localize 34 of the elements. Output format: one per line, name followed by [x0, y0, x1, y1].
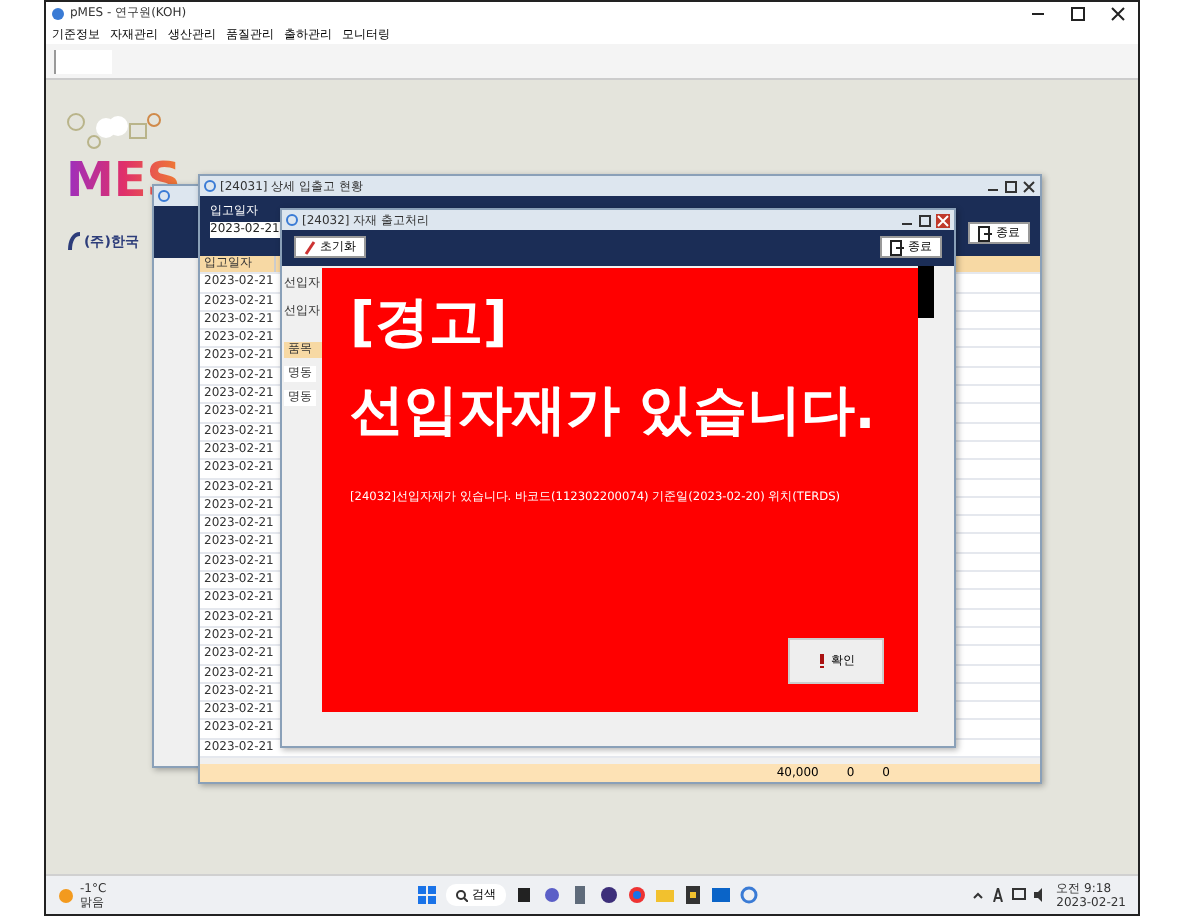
maximize-icon[interactable] [918, 213, 932, 227]
company-logo-icon [66, 232, 82, 252]
close-icon [936, 213, 950, 227]
search-icon [456, 889, 468, 901]
toolbar-field[interactable] [54, 49, 112, 73]
maximize-icon[interactable] [1070, 5, 1086, 21]
app-icon[interactable] [740, 886, 758, 904]
chat-icon[interactable] [544, 886, 562, 904]
close-icon[interactable] [1022, 179, 1036, 193]
exit-icon [890, 239, 904, 255]
dialog-shadow [918, 266, 934, 318]
window-icon [204, 180, 216, 192]
idea-icons-drawing [66, 108, 162, 152]
calculator-icon[interactable] [572, 886, 590, 904]
font-icon [992, 888, 1005, 902]
close-button[interactable] [936, 213, 950, 227]
sun-icon [58, 887, 74, 903]
mail-icon[interactable] [712, 886, 730, 904]
network-icon [1012, 888, 1027, 902]
browser-icon[interactable] [628, 886, 646, 904]
notes-icon[interactable] [684, 886, 702, 904]
alert-icon [817, 654, 825, 668]
close-icon[interactable] [1110, 5, 1126, 21]
alert-heading: [경고] [350, 292, 508, 356]
eraser-icon [304, 239, 316, 255]
chevron-up-icon [972, 889, 985, 901]
sphere-icon[interactable] [600, 886, 618, 904]
maximize-icon[interactable] [1004, 179, 1018, 193]
alert-message: 선입자재가 있습니다. [350, 378, 876, 446]
task-view-icon[interactable] [516, 886, 534, 904]
exit-icon [978, 225, 992, 241]
app-icon [52, 7, 64, 19]
start-icon[interactable] [418, 886, 436, 904]
window-icon [286, 214, 298, 226]
